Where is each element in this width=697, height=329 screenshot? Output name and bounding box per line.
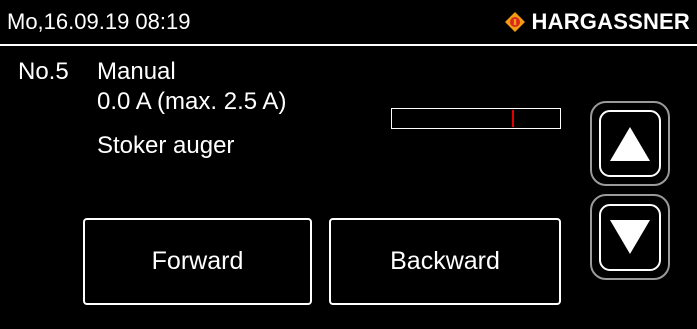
output-name: Stoker auger xyxy=(97,132,235,159)
backward-button[interactable]: Backward xyxy=(329,218,561,305)
brand: HARGASSNER xyxy=(504,9,690,35)
header-bar: Mo,16.09.19 08:19 HARGASSNER xyxy=(0,0,697,44)
scroll-down-button[interactable] xyxy=(590,194,670,280)
level-bar xyxy=(391,108,561,129)
scroll-up-button[interactable] xyxy=(590,101,670,186)
arrow-down-icon xyxy=(610,220,650,254)
brand-name: HARGASSNER xyxy=(531,9,690,34)
level-marker xyxy=(512,110,514,127)
output-number: No.5 xyxy=(18,58,69,85)
forward-button[interactable]: Forward xyxy=(83,218,312,305)
scroll-up-frame xyxy=(599,110,661,177)
forward-button-label: Forward xyxy=(151,247,244,275)
hargassner-logo-icon xyxy=(504,12,525,32)
datetime-display: Mo,16.09.19 08:19 xyxy=(7,9,191,34)
scroll-down-frame xyxy=(599,203,661,271)
header-divider xyxy=(0,44,697,46)
output-mode: Manual xyxy=(97,58,176,85)
backward-button-label: Backward xyxy=(390,247,500,275)
current-reading: 0.0 A (max. 2.5 A) xyxy=(97,88,287,115)
arrow-up-icon xyxy=(610,126,650,161)
